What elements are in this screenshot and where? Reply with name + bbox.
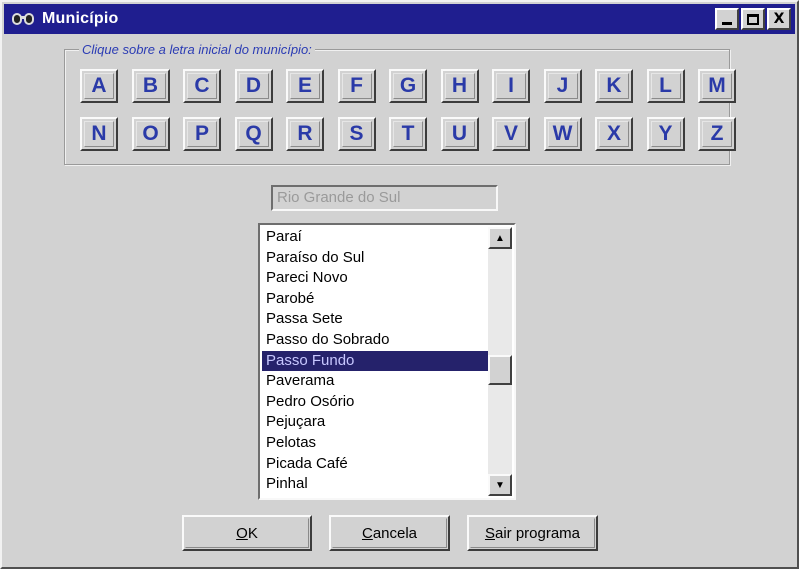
window-title: Município — [42, 10, 119, 27]
list-item[interactable]: Pedro Osório — [262, 392, 490, 413]
title-bar[interactable]: Município X — [4, 4, 795, 34]
letter-button-g[interactable]: G — [389, 69, 427, 103]
list-item[interactable]: Passa Sete — [262, 309, 490, 330]
letter-button-d[interactable]: D — [234, 69, 273, 103]
letter-button-o[interactable]: O — [131, 117, 170, 151]
municipio-listbox[interactable]: Paraí Paraíso do Sul Pareci Novo Parobé Pass… — [258, 223, 516, 500]
letter-button-j[interactable]: J — [543, 69, 582, 103]
list-item[interactable]: Paverama — [262, 371, 490, 392]
letter-button-c[interactable]: C — [183, 69, 221, 103]
cancel-hotkey: C — [361, 524, 373, 542]
ok-hotkey: O — [236, 524, 248, 542]
close-button[interactable]: X — [767, 8, 791, 30]
exit-program-button[interactable]: Sair programa — [467, 515, 598, 551]
letter-button-p[interactable]: P — [183, 117, 221, 151]
list-item[interactable]: Paraíso do Sul — [262, 248, 490, 269]
scroll-thumb[interactable] — [488, 355, 512, 385]
letter-button-h[interactable]: H — [440, 69, 479, 103]
scroll-down-button[interactable]: ▼ — [488, 474, 512, 496]
list-item[interactable]: Pelotas — [262, 433, 490, 454]
letter-button-q[interactable]: Q — [234, 117, 273, 151]
letter-button-u[interactable]: U — [440, 117, 479, 151]
letter-button-x[interactable]: X — [595, 117, 633, 151]
letter-button-n[interactable]: N — [80, 117, 118, 151]
list-item[interactable]: Parobé — [262, 289, 490, 310]
list-item[interactable]: Picada Café — [262, 454, 490, 475]
exit-hotkey: S — [484, 524, 495, 542]
letter-button-w[interactable]: W — [543, 117, 582, 151]
minimize-button[interactable] — [715, 8, 739, 30]
letter-button-v[interactable]: V — [492, 117, 530, 151]
list-item[interactable]: Pareci Novo — [262, 268, 490, 289]
letter-button-e[interactable]: E — [286, 69, 324, 103]
list-item[interactable]: Passo do Sobrado — [262, 330, 490, 351]
letter-button-z[interactable]: Z — [698, 117, 736, 151]
scroll-up-button[interactable]: ▲ — [488, 227, 512, 249]
close-icon: X — [773, 11, 785, 27]
exit-label: air programa — [494, 524, 581, 542]
letter-button-a[interactable]: A — [80, 69, 118, 103]
letter-button-r[interactable]: R — [286, 117, 324, 151]
ok-label: K — [247, 524, 258, 542]
list-item[interactable]: Pejuçara — [262, 412, 490, 433]
letter-button-b[interactable]: B — [131, 69, 170, 103]
state-field: Rio Grande do Sul — [271, 185, 498, 211]
letter-button-l[interactable]: L — [646, 69, 685, 103]
letter-button-y[interactable]: Y — [646, 117, 685, 151]
minimize-icon — [722, 21, 732, 25]
letter-button-k[interactable]: K — [595, 69, 633, 103]
window-controls: X — [713, 8, 791, 30]
arrow-up-icon: ▲ — [495, 232, 505, 244]
binoculars-icon[interactable] — [12, 8, 36, 30]
arrow-down-icon: ▼ — [495, 479, 505, 491]
cancel-label: ancela — [372, 524, 418, 542]
maximize-button[interactable] — [741, 8, 765, 30]
letter-group-label: Clique sobre a letra inicial do municípi… — [79, 42, 315, 57]
list-scrollbar[interactable]: ▲ ▼ — [488, 227, 512, 496]
letter-button-t[interactable]: T — [389, 117, 427, 151]
municipio-window: Município X Clique sobre a letra inicial… — [0, 0, 799, 569]
cancel-button[interactable]: Cancela — [329, 515, 450, 551]
letter-button-s[interactable]: S — [337, 117, 376, 151]
list-item[interactable]: Paraí — [262, 227, 490, 248]
list-item[interactable]: Passo Fundo — [262, 350, 490, 372]
letter-button-i[interactable]: I — [492, 69, 530, 103]
ok-button[interactable]: OK — [182, 515, 312, 551]
letter-button-f[interactable]: F — [337, 69, 376, 103]
list-item[interactable]: Pinhal — [262, 474, 490, 495]
municipio-list[interactable]: Paraí Paraíso do Sul Pareci Novo Parobé Pass… — [262, 227, 490, 496]
letter-button-m[interactable]: M — [698, 69, 736, 103]
maximize-icon — [747, 13, 759, 25]
